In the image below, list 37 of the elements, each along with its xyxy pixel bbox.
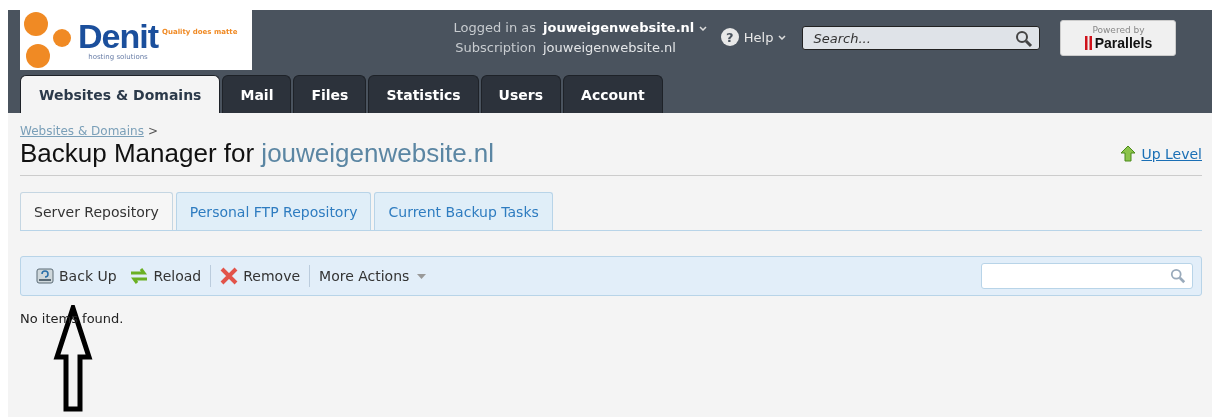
search-field[interactable]: Search... <box>802 26 1041 50</box>
bars-icon <box>1084 36 1092 50</box>
drive-icon <box>36 267 54 285</box>
toolbar-button[interactable]: Reload <box>125 267 205 285</box>
main-tab[interactable]: Statistics <box>368 75 479 113</box>
account-label: Logged in as <box>452 19 536 37</box>
search-icon <box>1170 268 1186 284</box>
parallels-wordmark: Parallels <box>1094 35 1153 51</box>
up-level-link[interactable]: Up Level <box>1120 145 1202 162</box>
more-actions-menu[interactable]: More Actions <box>316 268 430 284</box>
breadcrumb-separator: > <box>147 124 158 138</box>
caret-icon <box>698 26 707 31</box>
ball-cluster-icon <box>22 12 74 68</box>
search-icon <box>1015 30 1034 48</box>
caret-icon <box>778 34 787 40</box>
account-menu[interactable]: jouweigenwebsite.nl <box>543 18 707 38</box>
repository-tab[interactable]: Server Repository <box>20 192 173 230</box>
toolbar-button[interactable]: Remove <box>217 267 304 285</box>
subscription-label: Subscription <box>454 39 536 57</box>
repository-tab[interactable]: Personal FTP Repository <box>175 192 372 230</box>
help-menu[interactable]: ? Help <box>720 28 787 46</box>
main-tab[interactable]: Account <box>563 75 663 113</box>
main-tab[interactable]: Users <box>480 75 562 113</box>
main-tab[interactable]: Files <box>293 75 367 113</box>
dropdown-arrow-icon <box>417 273 427 279</box>
toolbar-button[interactable]: Back Up <box>33 267 120 285</box>
reload-icon <box>128 267 149 285</box>
remove-icon <box>220 267 239 285</box>
help-icon: ? <box>720 28 739 46</box>
main-tab[interactable]: Websites & Domains <box>20 75 221 113</box>
subscription-value: jouweigenwebsite.nl <box>543 39 676 57</box>
logo-wordmark: Denit <box>78 19 158 53</box>
repository-tab[interactable]: Current Backup Tasks <box>374 192 553 230</box>
page-title: Backup Manager for jouweigenwebsite.nl <box>20 138 495 169</box>
up-arrow-icon <box>1120 145 1137 162</box>
main-tab[interactable]: Mail <box>222 75 292 113</box>
powered-by-caption: Powered by <box>1092 25 1145 35</box>
